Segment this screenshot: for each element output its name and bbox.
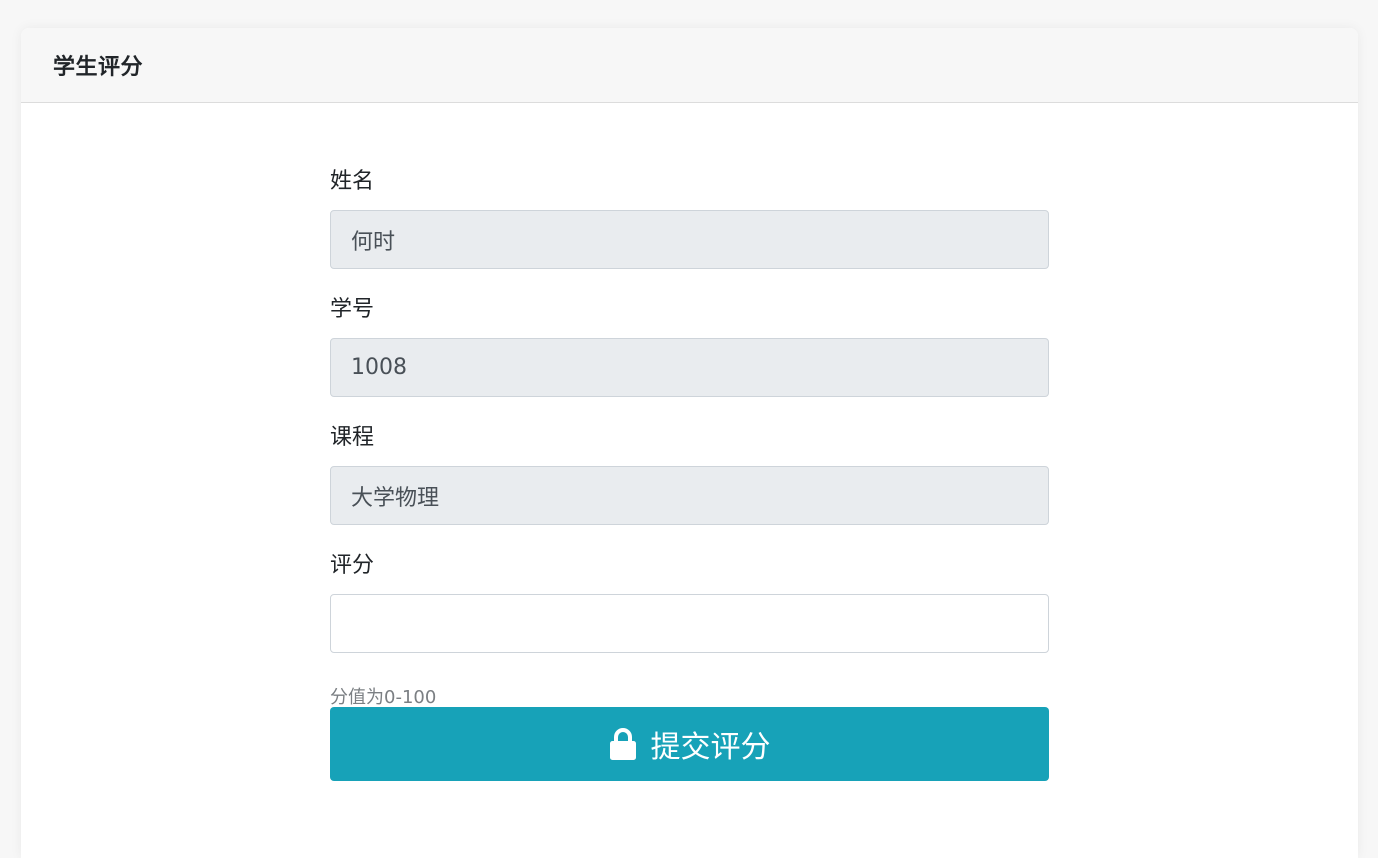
score-input[interactable]	[330, 594, 1049, 653]
course-label: 课程	[330, 425, 375, 450]
submit-score-label: 提交评分	[650, 730, 771, 765]
grading-form: 姓名 何时 学号 1008 课程 大学物理 评分 分值为0-100 提交评分	[330, 167, 1049, 781]
grading-card: 学生评分 姓名 何时 学号 1008 课程 大学物理 评分 分值为0-100 提…	[21, 28, 1358, 858]
submit-score-button[interactable]: 提交评分	[330, 707, 1049, 781]
lock-icon	[609, 727, 637, 761]
name-label: 姓名	[330, 169, 375, 194]
card-title: 学生评分	[53, 55, 144, 80]
student-id-label: 学号	[330, 297, 375, 322]
name-group: 姓名 何时	[330, 167, 1049, 269]
course-group: 课程 大学物理	[330, 423, 1049, 525]
student-id-group: 学号 1008	[330, 295, 1049, 397]
score-group: 评分	[330, 551, 1049, 653]
card-header: 学生评分	[21, 28, 1358, 103]
score-label: 评分	[330, 553, 375, 578]
name-field: 何时	[330, 210, 1049, 269]
course-field: 大学物理	[330, 466, 1049, 525]
student-id-field: 1008	[330, 338, 1049, 397]
